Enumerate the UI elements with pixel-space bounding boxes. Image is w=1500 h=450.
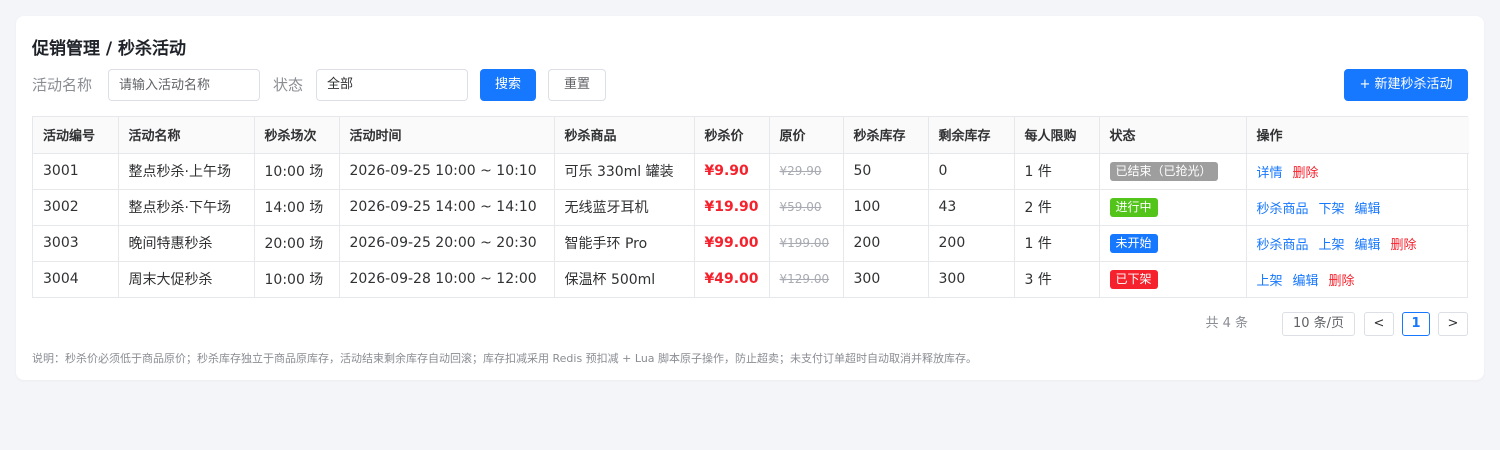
column-header: 活动编号 [33, 117, 119, 154]
page-title: 促销管理 / 秒杀活动 [32, 39, 187, 59]
action-link[interactable]: 秒杀商品 [1257, 202, 1309, 217]
original-price-cell: ¥129.00 [769, 261, 844, 297]
status-badge: 已结束（已抢光） [1109, 161, 1218, 181]
flash-stock-cell: 100 [843, 189, 929, 226]
action-link[interactable]: 删除 [1293, 166, 1319, 181]
status-cell: 已下架 [1099, 261, 1247, 297]
page-size-select[interactable]: 10 条/页 [1282, 312, 1355, 336]
action-link[interactable]: 秒杀商品 [1257, 238, 1309, 253]
activity-time-cell: 2026-09-25 20:00 ~ 20:30 [339, 225, 555, 262]
session-cell: 14:00 场 [254, 189, 340, 226]
activity-name-cell: 晚间特惠秒杀 [118, 225, 255, 262]
original-price-cell: ¥29.90 [769, 153, 844, 190]
purchase-limit-cell: 1 件 [1014, 225, 1100, 262]
column-header: 剩余库存 [928, 117, 1015, 154]
activity-time-cell: 2026-09-25 14:00 ~ 14:10 [339, 189, 555, 226]
reset-button[interactable]: 重置 [548, 69, 606, 101]
product-cell: 无线蓝牙耳机 [554, 189, 695, 226]
activity-name-label: 活动名称 [32, 76, 93, 94]
status-badge: 已下架 [1109, 269, 1158, 289]
pagination: 共 4 条 10 条/页 < 1 > [1168, 312, 1468, 336]
activity-id-cell: 3004 [33, 261, 119, 297]
activity-time-cell: 2026-09-28 10:00 ~ 12:00 [339, 261, 555, 297]
table-row: 3003 晚间特惠秒杀 20:00 场 2026-09-25 20:00 ~ 20:3… [33, 225, 1469, 262]
action-link[interactable]: 删除 [1391, 238, 1417, 253]
action-link[interactable]: 编辑 [1293, 274, 1319, 289]
activity-id-cell: 3003 [33, 225, 119, 262]
column-header: 秒杀价 [694, 117, 770, 154]
remaining-stock-cell: 300 [928, 261, 1015, 297]
search-button[interactable]: 搜索 [480, 69, 536, 101]
actions-cell: 详情 删除 [1246, 153, 1469, 190]
activity-name-input[interactable] [108, 69, 260, 101]
action-link[interactable]: 删除 [1329, 274, 1355, 289]
column-header: 活动时间 [339, 117, 555, 154]
action-link[interactable]: 编辑 [1355, 238, 1381, 253]
status-cell: 已结束（已抢光） [1099, 153, 1247, 190]
table-row: 3001 整点秒杀·上午场 10:00 场 2026-09-25 10:00 ~ 10… [33, 153, 1469, 190]
purchase-limit-cell: 1 件 [1014, 153, 1100, 190]
status-label: 状态 [273, 76, 304, 94]
flash-sale-table: 活动编号 活动名称 秒杀场次 活动时间 秒杀商品 秒杀价 原价 秒杀库存 剩余库存 每人限购 状态操… [32, 116, 1469, 298]
flash-price-cell: ¥9.90 [694, 153, 770, 190]
action-link[interactable]: 编辑 [1355, 202, 1381, 217]
remaining-stock-cell: 43 [928, 189, 1015, 226]
flash-price-cell: ¥19.90 [694, 189, 770, 226]
original-price-cell: ¥59.00 [769, 189, 844, 226]
status-cell: 未开始 [1099, 225, 1247, 262]
actions-cell: 秒杀商品 下架 编辑 [1246, 189, 1469, 226]
status-select[interactable]: 全部 [316, 69, 468, 101]
column-header: 状态 [1099, 117, 1247, 154]
action-link[interactable]: 下架 [1319, 202, 1345, 217]
flash-stock-cell: 50 [843, 153, 929, 190]
actions-cell: 上架 编辑 删除 [1246, 261, 1469, 297]
prev-page-button[interactable]: < [1364, 312, 1394, 336]
session-cell: 20:00 场 [254, 225, 340, 262]
session-cell: 10:00 场 [254, 153, 340, 190]
status-cell: 进行中 [1099, 189, 1247, 226]
page-1-button[interactable]: 1 [1402, 312, 1430, 336]
action-link[interactable]: 上架 [1257, 274, 1283, 289]
session-cell: 10:00 场 [254, 261, 340, 297]
status-badge: 未开始 [1109, 233, 1158, 253]
actions-cell: 秒杀商品 上架 编辑 删除 [1246, 225, 1469, 262]
flash-stock-cell: 300 [843, 261, 929, 297]
original-price-cell: ¥199.00 [769, 225, 844, 262]
activity-name-cell: 整点秒杀·上午场 [118, 153, 255, 190]
column-header: 秒杀库存 [843, 117, 929, 154]
product-cell: 可乐 330ml 罐装 [554, 153, 695, 190]
column-header: 操作 [1246, 117, 1469, 154]
remaining-stock-cell: 200 [928, 225, 1015, 262]
activity-name-cell: 整点秒杀·下午场 [118, 189, 255, 226]
flash-price-cell: ¥49.00 [694, 261, 770, 297]
footer-note: 说明：秒杀价必须低于商品原价；秒杀库存独立于商品原库存，活动结束剩余库存自动回滚… [32, 352, 978, 365]
column-header: 秒杀商品 [554, 117, 695, 154]
activity-name-cell: 周末大促秒杀 [118, 261, 255, 297]
activity-time-cell: 2026-09-25 10:00 ~ 10:10 [339, 153, 555, 190]
next-page-button[interactable]: > [1438, 312, 1468, 336]
create-flash-sale-button[interactable]: + 新建秒杀活动 [1344, 69, 1468, 101]
column-header: 秒杀场次 [254, 117, 340, 154]
flash-price-cell: ¥99.00 [694, 225, 770, 262]
column-header: 活动名称 [118, 117, 255, 154]
product-cell: 保温杯 500ml [554, 261, 695, 297]
table-header-row: 活动编号 活动名称 秒杀场次 活动时间 秒杀商品 秒杀价 原价 秒杀库存 剩余库存 每人限购 状态操… [33, 117, 1469, 154]
action-link[interactable]: 详情 [1257, 166, 1283, 181]
activity-id-cell: 3001 [33, 153, 119, 190]
product-cell: 智能手环 Pro [554, 225, 695, 262]
action-link[interactable]: 上架 [1319, 238, 1345, 253]
column-header: 每人限购 [1014, 117, 1100, 154]
table-row: 3002 整点秒杀·下午场 14:00 场 2026-09-25 14:00 ~ 14… [33, 189, 1469, 226]
table-row: 3004 周末大促秒杀 10:00 场 2026-09-28 10:00 ~ 12:0… [33, 261, 1469, 297]
remaining-stock-cell: 0 [928, 153, 1015, 190]
column-header: 原价 [769, 117, 844, 154]
main-card: 促销管理 / 秒杀活动 活动名称 状态 全部 搜索 重置 + 新建秒杀活动 活动… [16, 16, 1484, 380]
purchase-limit-cell: 2 件 [1014, 189, 1100, 226]
flash-stock-cell: 200 [843, 225, 929, 262]
pagination-total: 共 4 条 [1205, 316, 1248, 331]
activity-id-cell: 3002 [33, 189, 119, 226]
purchase-limit-cell: 3 件 [1014, 261, 1100, 297]
filter-bar: 活动名称 状态 全部 搜索 重置 + 新建秒杀活动 [32, 69, 1468, 101]
status-badge: 进行中 [1109, 197, 1158, 217]
